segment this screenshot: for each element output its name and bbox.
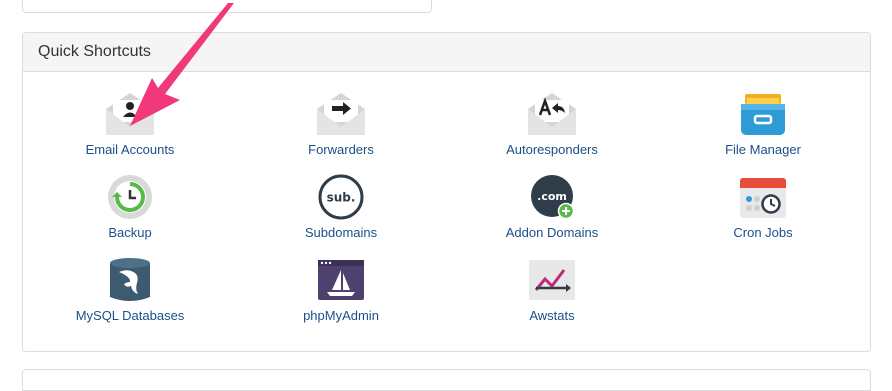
previous-panel [22,0,432,13]
shortcut-label: Subdomains [304,225,378,240]
shortcut-phpmyadmin[interactable]: phpMyAdmin [241,257,441,323]
quick-shortcuts-panel: Quick Shortcuts Email Accounts Forwarder… [22,32,871,352]
panel-title: Quick Shortcuts [38,43,151,60]
cron-jobs-icon [740,178,786,218]
shortcut-mysql-databases[interactable]: MySQL Databases [30,257,230,323]
addon-domains-icon: .com [531,175,575,220]
next-panel [22,369,871,391]
shortcut-label: Awstats [529,308,575,323]
shortcut-email-accounts[interactable]: Email Accounts [30,91,230,157]
shortcut-autoresponders[interactable]: Autoresponders [452,91,652,157]
subdomains-icon: sub. [318,174,364,220]
shortcut-label: phpMyAdmin [303,308,379,323]
autoresponders-icon [528,93,576,135]
shortcut-label: Autoresponders [506,142,598,157]
phpmyadmin-icon [318,260,364,300]
file-manager-icon [741,94,785,135]
shortcut-label: Email Accounts [85,142,175,157]
forwarders-icon [317,93,365,135]
shortcut-label: Cron Jobs [733,225,793,240]
shortcut-backup[interactable]: Backup [30,174,230,240]
shortcut-label: MySQL Databases [75,308,185,323]
mysql-databases-icon [110,258,150,301]
panel-heading: Quick Shortcuts [23,33,870,72]
addon-domains-icon-text: .com [537,190,567,203]
backup-icon [108,175,152,219]
shortcut-label: Addon Domains [505,225,599,240]
shortcut-label: Backup [108,225,152,240]
shortcut-label: File Manager [725,142,801,157]
subdomains-icon-text: sub. [327,191,356,205]
email-accounts-icon [106,93,154,135]
shortcut-file-manager[interactable]: File Manager [663,91,863,157]
shortcut-subdomains[interactable]: sub. Subdomains [241,174,441,240]
shortcut-forwarders[interactable]: Forwarders [241,91,441,157]
shortcut-awstats[interactable]: Awstats [452,257,652,323]
shortcut-addon-domains[interactable]: .com Addon Domains [452,174,652,240]
shortcut-label: Forwarders [308,142,374,157]
shortcut-cron-jobs[interactable]: Cron Jobs [663,174,863,240]
awstats-icon [529,260,575,300]
